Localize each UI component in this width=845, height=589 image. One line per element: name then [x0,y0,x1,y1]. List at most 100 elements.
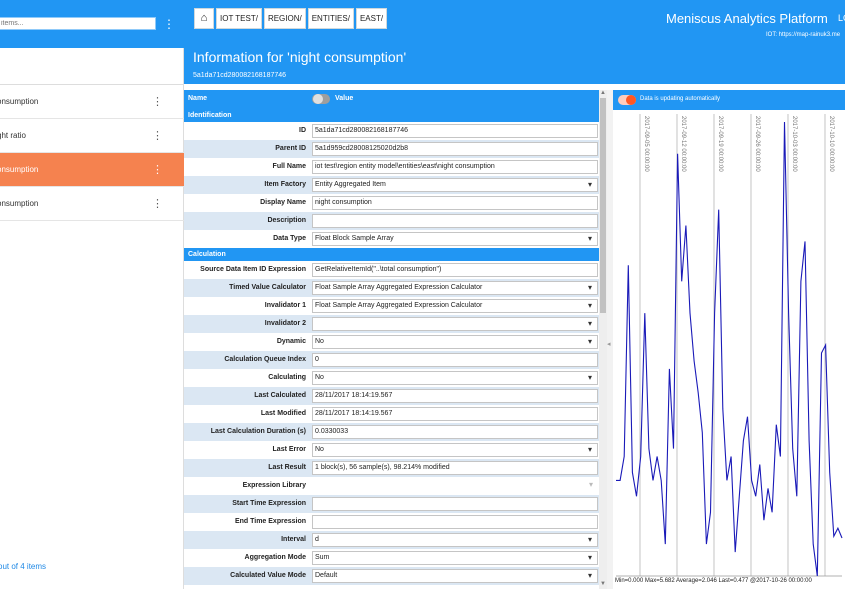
sidebar-item[interactable]: onsumption ⋮ [0,187,184,221]
field-label: Parent ID [275,145,306,152]
field-input[interactable]: 5a1da71cd280082168187746 [312,124,598,138]
x-tick-label: 2017-09-26 00:00:00 [754,116,760,172]
value-toggle[interactable] [312,94,330,104]
table-row: Full Name iot test\region entity model\en… [184,158,599,176]
table-row: Calculated Value Mode Default [184,567,599,585]
field-label: Last Calculation Duration (s) [210,428,306,435]
section-header: Calculation [184,248,599,261]
sidebar-list: onsumption⋮ght ratio⋮onsumption⋮onsumpti… [0,84,184,221]
field-input[interactable]: 28/11/2017 18:14:19.567 [312,407,598,421]
header: ⌂ IOT TEST/REGION/ENTITIES/EAST/ Meniscu… [184,0,845,84]
field-label: Last Error [272,446,306,453]
field-select[interactable]: Entity Aggregated Item [312,178,598,192]
field-select[interactable]: No [312,335,598,349]
breadcrumb-item[interactable]: ENTITIES/ [307,8,354,29]
field-input[interactable]: iot test\region entity model\entities\ea… [312,160,598,174]
field-input[interactable]: 1 block(s), 56 sample(s), 98.214% modifi… [312,461,598,475]
field-input[interactable]: 0.0330033 [312,425,598,439]
sidebar-item[interactable]: onsumption ⋮ [0,85,184,119]
sidebar-menu-icon[interactable]: ⋮ [163,16,175,32]
field-label: Calculation Queue Index [224,356,306,363]
table-row: Description [184,212,599,230]
sidebar-item[interactable]: ght ratio ⋮ [0,119,184,153]
chart-stats: Min=0.000 Max=5.682 Average=2.046 Last=0… [615,578,812,584]
table-row: Last Calculated 28/11/2017 18:14:19.567 [184,387,599,405]
scroll-up-icon[interactable]: ▲ [599,90,607,98]
field-select[interactable]: Sum [312,551,598,565]
field-select[interactable]: Float Sample Array Aggregated Expression… [312,281,598,295]
table-row: Aggregation Mode Sum [184,549,599,567]
breadcrumb-item[interactable]: IOT TEST/ [216,8,262,29]
sidebar-item-label: onsumption [0,199,39,208]
item-menu-icon[interactable]: ⋮ [152,162,163,178]
sidebar-item[interactable]: onsumption ⋮ [0,153,184,187]
table-header: Name Value [184,90,599,109]
field-label: Item Factory [264,181,306,188]
iot-url: IOT: https://map-rainuk3.me [766,32,841,38]
field-select[interactable]: Default [312,569,598,583]
field-label: Full Name [272,163,306,170]
item-menu-icon[interactable]: ⋮ [152,196,163,212]
field-label: Interval [281,536,306,543]
table-row: Source Data Item ID Expression GetRelativ… [184,261,599,279]
breadcrumb-item[interactable]: REGION/ [263,8,306,29]
field-select[interactable]: No [312,443,598,457]
table-row: Last Modified 28/11/2017 18:14:19.567 [184,405,599,423]
page-title: Information for 'night consumption' [193,49,407,65]
field-select-disabled [312,479,598,493]
page-id: 5a1da71cd280082168187746 [193,72,287,79]
sidebar-item-label: onsumption [0,97,39,106]
table-row: Timed Value Calculator Float Sample Array… [184,279,599,297]
field-select[interactable]: No [312,371,598,385]
field-label: Dynamic [276,338,306,345]
field-select[interactable]: Float Sample Array Aggregated Expression… [312,299,598,313]
auto-update-toggle[interactable] [618,95,636,105]
table-row: Dynamic No [184,333,599,351]
field-input[interactable] [312,515,598,529]
field-label: Description [267,217,306,224]
field-label: Start Time Expression [232,500,306,507]
sidebar: ⋮ onsumption⋮ght ratio⋮onsumption⋮onsump… [0,0,184,589]
app-window: ⋮ onsumption⋮ght ratio⋮onsumption⋮onsump… [0,0,845,589]
home-icon[interactable]: ⌂ [194,8,214,29]
scroll-thumb[interactable] [600,98,606,313]
table-row: Item Factory Entity Aggregated Item [184,176,599,194]
field-label: End Time Expression [234,518,306,525]
field-input[interactable]: GetRelativeItemId("..\total consumption"… [312,263,598,277]
plot-background [613,110,845,589]
field-select[interactable] [312,317,598,331]
collapse-left-icon[interactable]: ◂ [607,340,611,348]
table-row: Expression Library [184,477,599,495]
scroll-down-icon[interactable]: ▼ [599,581,607,589]
item-count: out of 4 items [0,562,47,571]
field-select[interactable]: d [312,533,598,547]
search-input[interactable] [0,17,156,30]
chart-plot[interactable]: 2017-09-05 00:00:00 2017-09-12 00:00:00 20… [613,110,845,589]
table-row: Parent ID 5a1d959cd28008125020d2b8 [184,140,599,158]
table-row: Invalidator 2 [184,315,599,333]
field-input[interactable]: 28/11/2017 18:14:19.567 [312,389,598,403]
x-tick-label: 2017-10-10 00:00:00 [828,116,834,172]
breadcrumb-item[interactable]: EAST/ [355,8,388,29]
table-row: Last Calculation Duration (s) 0.0330033 [184,423,599,441]
chart-panel: Data is updating automatically 2017-09-0… [613,90,845,589]
form-scrollbar[interactable]: ▲ ▼ [599,90,607,589]
field-label: Last Calculated [254,392,306,399]
field-label: Last Modified [260,410,306,417]
field-label: Timed Value Calculator [229,284,306,291]
field-input[interactable] [312,214,598,228]
table-row: Last Result 1 block(s), 56 sample(s), 98.… [184,459,599,477]
item-menu-icon[interactable]: ⋮ [152,94,163,110]
field-input[interactable]: 5a1d959cd28008125020d2b8 [312,142,598,156]
field-select[interactable]: Float Block Sample Array [312,232,598,246]
table-row: Calculation Queue Index 0 [184,351,599,369]
user-menu[interactable]: LO [838,13,845,23]
table-row: Data Type Float Block Sample Array [184,230,599,248]
field-input[interactable] [312,497,598,511]
field-input[interactable]: 0 [312,353,598,367]
field-input[interactable]: night consumption [312,196,598,210]
table-row: Start Time Expression [184,495,599,513]
section-header: Identification [184,109,599,122]
item-menu-icon[interactable]: ⋮ [152,128,163,144]
field-label: Display Name [260,199,306,206]
